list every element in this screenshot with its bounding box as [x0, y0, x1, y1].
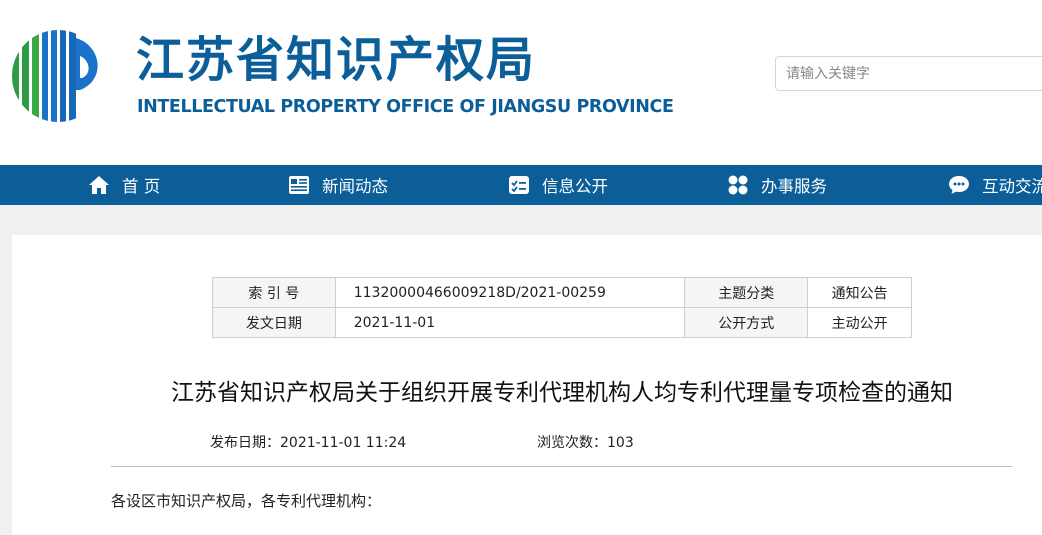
nav-item-services[interactable]: 办事服务 [726, 165, 827, 205]
view-count-value: 103 [607, 435, 634, 451]
nav-item-interaction[interactable]: 互动交流 [947, 165, 1042, 205]
issue-date-value: 2021-11-01 [334, 307, 686, 338]
nav-item-news[interactable]: 新闻动态 [287, 165, 388, 205]
publish-date-value: 2021-11-01 11:24 [280, 435, 407, 451]
nav-item-label: 首 页 [122, 177, 161, 196]
topic-label: 主题分类 [684, 277, 809, 308]
newspaper-icon [289, 176, 309, 194]
nav-item-label: 办事服务 [761, 177, 827, 196]
article-title: 江苏省知识产权局关于组织开展专利代理机构人均专利代理量专项检查的通知 [171, 380, 953, 406]
nav-item-home[interactable]: 首 页 [87, 165, 160, 205]
main-nav: 首 页 新闻动态 信息公开 办事服务 互动交流 [0, 165, 1042, 205]
checklist-icon [509, 176, 529, 194]
publish-date-label: 发布日期： [210, 435, 280, 451]
site-title: 江苏省知识产权局 [136, 32, 537, 88]
grid-icon [728, 175, 748, 195]
article-greeting: 各设区市知识产权局，各专利代理机构： [111, 492, 382, 510]
nav-item-label: 新闻动态 [322, 177, 388, 196]
index-number-label: 索 引 号 [212, 277, 336, 308]
issue-date-label: 发文日期 [212, 307, 336, 338]
publish-date: 发布日期：2021-11-01 11:24 [210, 433, 406, 453]
chat-icon [949, 176, 969, 194]
site-header: 江苏省知识产权局 INTELLECTUAL PROPERTY OFFICE OF… [0, 0, 1042, 165]
disclosure-method-value: 主动公开 [807, 307, 912, 338]
disclosure-method-label: 公开方式 [684, 307, 809, 338]
document-meta-table: 索 引 号 11320000466009218D/2021-00259 主题分类… [212, 277, 912, 338]
view-count-label: 浏览次数： [537, 435, 607, 451]
nav-item-label: 互动交流 [982, 177, 1042, 196]
nav-item-label: 信息公开 [542, 177, 608, 196]
home-icon [89, 176, 109, 194]
table-row: 索 引 号 11320000466009218D/2021-00259 主题分类… [212, 277, 912, 308]
nav-item-info-disclosure[interactable]: 信息公开 [507, 165, 608, 205]
topic-value: 通知公告 [807, 277, 912, 308]
search-input[interactable] [775, 56, 1042, 91]
index-number-value: 11320000466009218D/2021-00259 [334, 277, 686, 308]
jiangsu-ipo-logo-icon[interactable] [10, 28, 106, 124]
table-row: 发文日期 2021-11-01 公开方式 主动公开 [212, 307, 912, 338]
divider [111, 466, 1012, 467]
site-subtitle: INTELLECTUAL PROPERTY OFFICE OF JIANGSU … [137, 97, 674, 117]
view-count: 浏览次数：103 [537, 433, 634, 453]
